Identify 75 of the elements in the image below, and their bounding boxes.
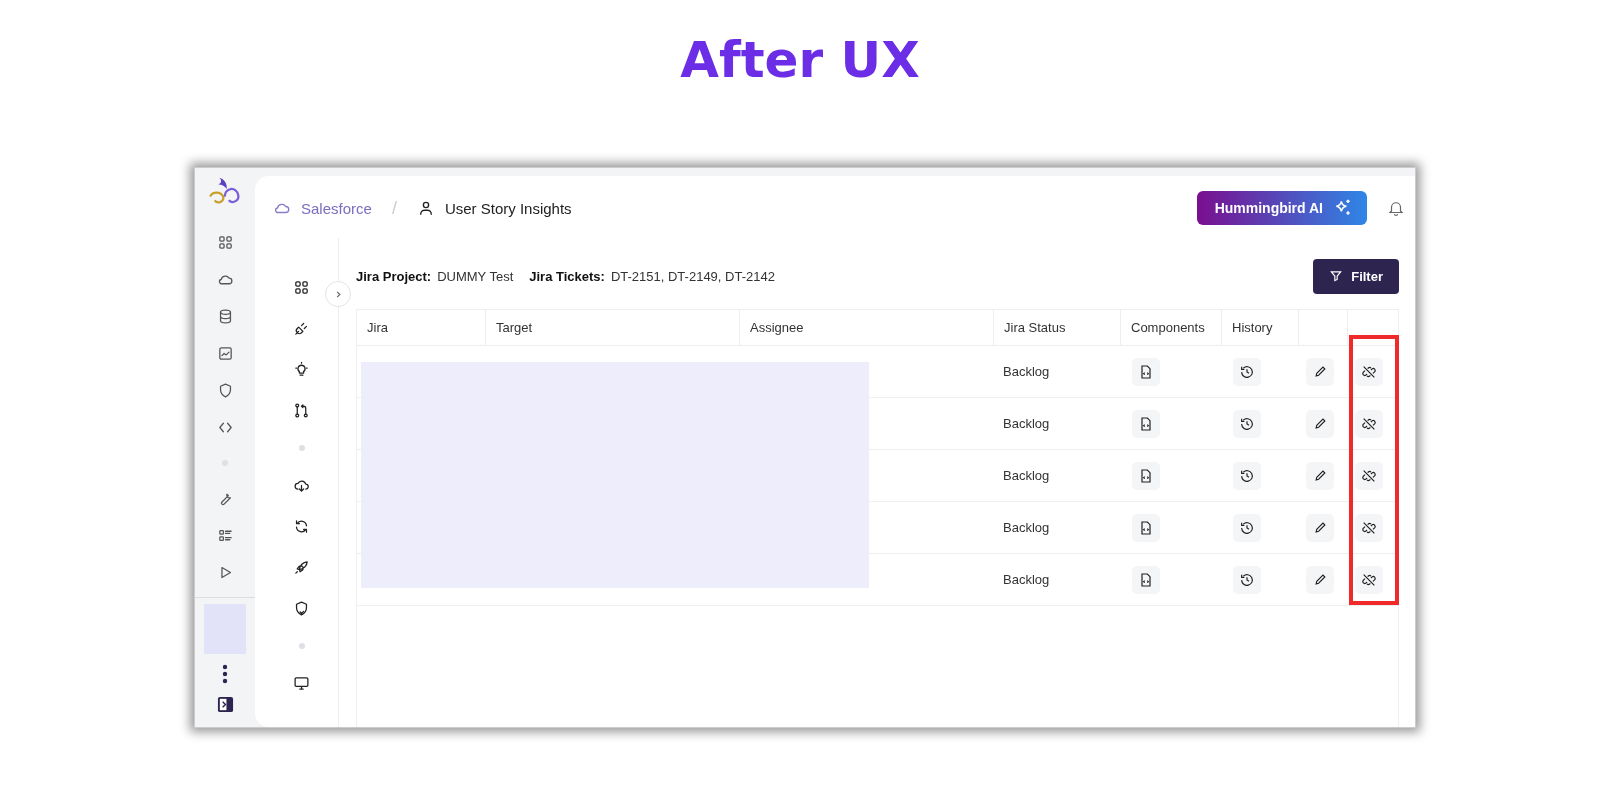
list-icon[interactable] (216, 527, 234, 544)
status-text: Backlog (1003, 416, 1050, 431)
file-code-button[interactable] (1132, 461, 1160, 490)
edit-button[interactable] (1306, 513, 1334, 542)
edit-button[interactable] (1306, 565, 1334, 594)
refresh-icon[interactable] (293, 518, 310, 535)
status-text: Backlog (1003, 572, 1050, 587)
rocket-icon[interactable] (293, 559, 310, 576)
column-header: History (1221, 310, 1298, 345)
file-code-button[interactable] (1132, 565, 1160, 594)
separator-dot (298, 445, 305, 451)
grid-icon[interactable] (216, 234, 234, 251)
unlink-button[interactable] (1355, 513, 1383, 542)
unlink-button[interactable] (1355, 565, 1383, 594)
branch-icon[interactable] (293, 402, 310, 419)
unlink-button[interactable] (1355, 357, 1383, 386)
column-header: Target (485, 310, 739, 345)
monitor-icon[interactable] (293, 675, 310, 692)
chart-icon[interactable] (216, 345, 234, 362)
info-value: DUMMY Test (437, 268, 514, 284)
status-text: Backlog (1003, 468, 1050, 483)
file-code-button[interactable] (1132, 357, 1160, 386)
shield-check-icon[interactable] (293, 600, 310, 617)
history-button[interactable] (1233, 409, 1261, 438)
breadcrumb-link[interactable]: Salesforce (301, 199, 372, 217)
status-text: Backlog (1003, 364, 1050, 379)
plug-icon[interactable] (293, 320, 310, 337)
pencil-icon (1312, 364, 1328, 379)
history-button[interactable] (1233, 565, 1261, 594)
filter-icon (1329, 269, 1344, 283)
info-label: Jira Project: (356, 268, 432, 284)
page-title: User Story Insights (444, 199, 572, 217)
column-header: Assignee (739, 310, 993, 345)
pencil-icon (1312, 572, 1328, 587)
file-code-icon (1138, 467, 1154, 484)
cloud-download-icon[interactable] (293, 477, 310, 494)
file-code-icon (1138, 363, 1154, 380)
column-header: Components (1120, 310, 1221, 345)
file-code-icon (1138, 571, 1154, 588)
status-text: Backlog (1003, 520, 1050, 535)
column-header: Jira Status (993, 310, 1120, 345)
file-code-button[interactable] (1132, 409, 1160, 438)
history-icon (1239, 415, 1255, 432)
lightbulb-icon[interactable] (293, 361, 310, 378)
history-icon (1239, 363, 1255, 380)
file-code-button[interactable] (1132, 513, 1160, 542)
sparkle-icon (1333, 198, 1353, 218)
edit-button[interactable] (1306, 409, 1334, 438)
history-button[interactable] (1233, 357, 1261, 386)
file-code-icon (1138, 415, 1154, 432)
pencil-icon (1312, 416, 1328, 431)
slide-title: After UX (680, 30, 920, 90)
file-code-icon (1138, 519, 1154, 536)
info-value: DT-2151, DT-2149, DT-2142 (610, 268, 775, 284)
column-header: Jira (366, 319, 389, 337)
history-button[interactable] (1233, 513, 1261, 542)
pencil-icon (1312, 468, 1328, 483)
filter-button[interactable]: Filter (1313, 258, 1399, 294)
pencil-icon (1312, 520, 1328, 535)
info-label: Jira Tickets: (529, 268, 605, 284)
ai-button[interactable]: Hummingbird AI (1196, 191, 1367, 225)
history-icon (1239, 467, 1255, 484)
history-icon (1239, 571, 1255, 588)
more-icon[interactable] (222, 664, 228, 684)
sidebar-toggle-icon[interactable] (216, 696, 234, 713)
edit-button[interactable] (1306, 357, 1334, 386)
history-icon (1239, 519, 1255, 536)
bell-icon[interactable] (1387, 199, 1405, 217)
edit-button[interactable] (1306, 461, 1334, 490)
unlink-button[interactable] (1355, 409, 1383, 438)
breadcrumb-separator: / (391, 197, 397, 219)
grid-icon[interactable] (293, 279, 310, 296)
separator-dot (298, 643, 305, 649)
unlink-button[interactable] (1355, 461, 1383, 490)
history-button[interactable] (1233, 461, 1261, 490)
